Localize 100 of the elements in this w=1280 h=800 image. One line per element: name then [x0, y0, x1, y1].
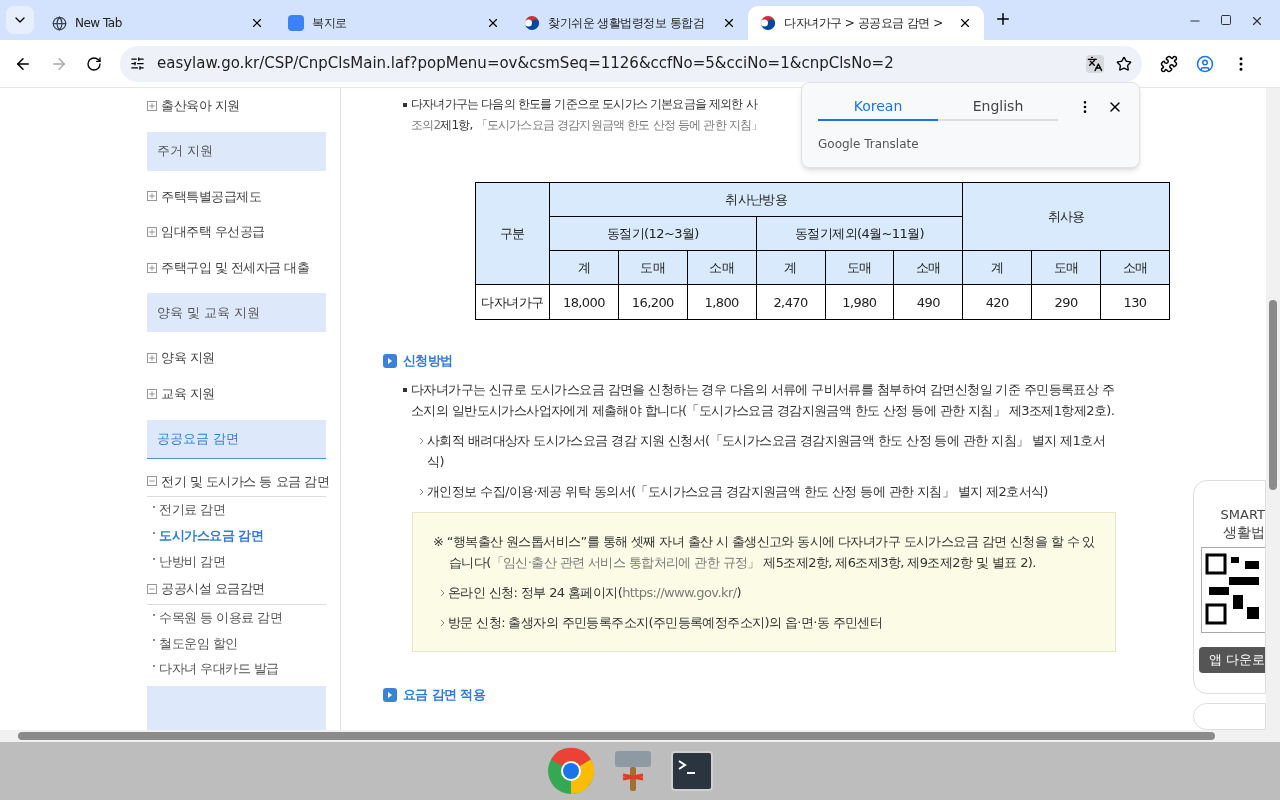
paragraph-text: 조의2제1항, 「도시가스요금 경감지원금액 한도 산정 등에 관한 지침」 — [411, 117, 763, 134]
chevron-icon — [440, 619, 446, 627]
table-header-cell: 계 — [756, 250, 825, 285]
sidebar-item[interactable]: 주택특별공급제도 — [161, 186, 261, 207]
paragraph-text: 다자녀가구는 신규로 도시가스요금 감면을 신청하는 경우 다음의 서류에 구비서류를 첨부하여 감면신청일 기준 주민등록표상 주소지의 일반도시가스사업자에게 제출해야 합니다(「도시가스요금 경감지원금액 한도 산정 등에 관한 지침」 제3조제1항제2호). — [411, 381, 1116, 420]
table-header-cell: 도매 — [618, 250, 688, 285]
table-cell: 420 — [962, 284, 1032, 320]
tab-title: New Tab — [75, 15, 123, 32]
bookmark-star-icon[interactable] — [1116, 55, 1132, 72]
tab-title: 복지로 — [312, 15, 348, 32]
profile-icon[interactable] — [1196, 54, 1214, 73]
sidebar-item[interactable]: 양육 지원 — [161, 348, 215, 368]
sidebar-subitem[interactable]: 수목원 등 이용료 감면 — [159, 607, 283, 628]
terminal-icon[interactable] — [671, 751, 713, 791]
section-heading: 신청방법 — [403, 352, 453, 370]
plus-box-icon[interactable] — [147, 388, 157, 399]
plus-box-icon[interactable] — [147, 100, 157, 111]
minus-box-icon[interactable] — [147, 584, 157, 594]
browser-tab[interactable]: 찾기쉬운 생활법령정보 통합검 — [512, 6, 748, 40]
close-icon[interactable] — [958, 16, 972, 30]
site-icon — [288, 15, 304, 31]
table-cell: 490 — [893, 284, 963, 320]
table-cell: 2,470 — [756, 284, 825, 320]
bullet-icon — [403, 388, 407, 392]
globe-icon — [52, 15, 67, 31]
table-header-cell: 계 — [962, 250, 1032, 285]
vertical-scrollbar[interactable] — [1266, 88, 1280, 730]
close-icon[interactable] — [722, 16, 736, 30]
table-header-cell: 소매 — [687, 250, 757, 285]
table-header-cell: 소매 — [893, 250, 963, 285]
minus-box-icon[interactable] — [147, 476, 157, 487]
restore-icon[interactable] — [1220, 14, 1232, 26]
app-download-button[interactable]: 앱 다운로 — [1199, 647, 1265, 673]
brand-text: Google Translate — [818, 136, 920, 153]
table-header-cell: 동절기제외(4월~11월) — [756, 216, 963, 251]
plus-box-icon[interactable] — [147, 226, 157, 237]
scrollbar-thumb[interactable] — [1269, 300, 1277, 490]
table-cell: 16,200 — [618, 284, 688, 320]
chrome-icon[interactable] — [547, 747, 595, 795]
sidebar-section-header[interactable]: 양육 및 교육 지원 — [147, 293, 326, 333]
plus-box-icon[interactable] — [147, 191, 157, 202]
new-tab-icon[interactable] — [994, 10, 1012, 28]
sidebar-item[interactable]: 교육 지원 — [161, 383, 215, 404]
scrollbar-thumb[interactable] — [18, 732, 1215, 740]
paragraph-text: 다자녀가구는 다음의 한도를 기준으로 도시가스 기본요금을 제외한 사 — [411, 96, 759, 113]
reload-icon[interactable] — [86, 55, 102, 72]
sidebar-section-header[interactable]: 주거 지원 — [147, 131, 326, 171]
taegeuk-icon — [524, 15, 540, 31]
tab-search-button[interactable] — [6, 6, 34, 34]
translate-icon[interactable] — [1086, 54, 1104, 73]
browser-tab[interactable]: 복지로 — [276, 6, 512, 40]
table-header-cell: 계 — [549, 250, 619, 285]
chevron-icon — [419, 488, 425, 496]
browser-tab[interactable]: New Tab — [40, 6, 276, 40]
sidebar-item[interactable]: 공공시설 요금감면 — [161, 579, 265, 599]
site-settings-icon[interactable] — [130, 56, 145, 71]
tool-icon[interactable] — [613, 749, 653, 793]
sidebar-item[interactable]: 전기 및 도시가스 등 요금 감면 — [161, 471, 330, 492]
plus-box-icon[interactable] — [147, 353, 157, 364]
close-icon[interactable] — [486, 16, 500, 30]
table-header-cell: 구분 — [475, 182, 550, 285]
sidebar-subitem[interactable]: 도시가스요금 감면 — [159, 525, 264, 546]
horizontal-scrollbar[interactable] — [0, 730, 1280, 742]
bullet-icon — [403, 103, 407, 107]
play-icon — [383, 353, 397, 368]
table-header-cell: 도매 — [1031, 250, 1101, 285]
address-bar[interactable]: easylaw.go.kr/CSP/CnpClsMain.laf?popMenu=ov&csmSeq=1126&ccfNo=5&cciNo=1&cnpClsNo=2 — [120, 45, 1142, 82]
table-cell: 1,800 — [687, 284, 757, 320]
play-icon — [383, 687, 397, 702]
chevron-icon — [419, 437, 425, 445]
table-cell: 290 — [1031, 284, 1101, 320]
table-cell: 18,000 — [549, 284, 619, 320]
sidebar-subitem[interactable]: 난방비 감면 — [159, 551, 226, 572]
language-tab[interactable]: English — [938, 93, 1058, 121]
sidebar-item[interactable]: 임대주택 우선공급 — [161, 222, 265, 242]
list-item-text: 방문 신청: 출생자의 주민등록주소지(주민등록예정주소지)의 읍·면·동 주민센터 — [448, 614, 883, 632]
close-icon[interactable] — [250, 16, 264, 30]
tab-title: 다자녀가구 > 공공요금 감면 > — [784, 15, 944, 32]
card-title: SMART — [1220, 507, 1265, 523]
sidebar-item[interactable]: 출산육아 지원 — [161, 96, 240, 116]
sidebar-subitem[interactable]: 철도운임 할인 — [159, 633, 238, 654]
sidebar-section-header[interactable]: 공공요금 감면 — [147, 419, 326, 459]
sidebar-item[interactable]: 주택구입 및 전세자금 대출 — [161, 257, 310, 278]
table-cell: 130 — [1100, 284, 1170, 320]
list-item-text: 개인정보 수집/이용·제공 위탁 동의서(「도시가스요금 경감지원금액 한도 산정 등에 관한 지침」 별지 제2호서식) — [427, 483, 1048, 501]
plus-box-icon[interactable] — [147, 262, 157, 273]
browser-tab[interactable]: 다자녀가구 > 공공요금 감면 > — [748, 6, 984, 40]
chevron-icon — [440, 589, 446, 597]
extensions-icon[interactable] — [1160, 54, 1178, 73]
note-text: ※ “행복출산 원스톱서비스”를 통해 셋째 자녀 출산 시 출생신고와 동시에 다자녀가구 도시가스요금 감면 신청을 할 수 있습니다(「임신·출산 관련 서비스 통합처리에 관한 규정」 제5조제2항, 제6조제3항, 제9조제2항 및 별표 2). — [433, 533, 1095, 572]
table-header-cell: 도매 — [825, 250, 894, 285]
table-cell: 1,980 — [825, 284, 894, 320]
tab-title: 찾기쉬운 생활법령정보 통합검 — [548, 15, 706, 32]
sidebar-subitem[interactable]: 전기료 감면 — [159, 500, 226, 520]
close-icon[interactable] — [1250, 14, 1264, 28]
table-header-cell: 소매 — [1100, 250, 1170, 285]
table-header-cell: 동절기(12~3월) — [549, 216, 757, 251]
sidebar-subitem[interactable]: 다자녀 우대카드 발급 — [159, 659, 279, 679]
language-tab[interactable]: Korean — [818, 93, 938, 121]
table-cell: 다자녀가구 — [475, 284, 550, 320]
